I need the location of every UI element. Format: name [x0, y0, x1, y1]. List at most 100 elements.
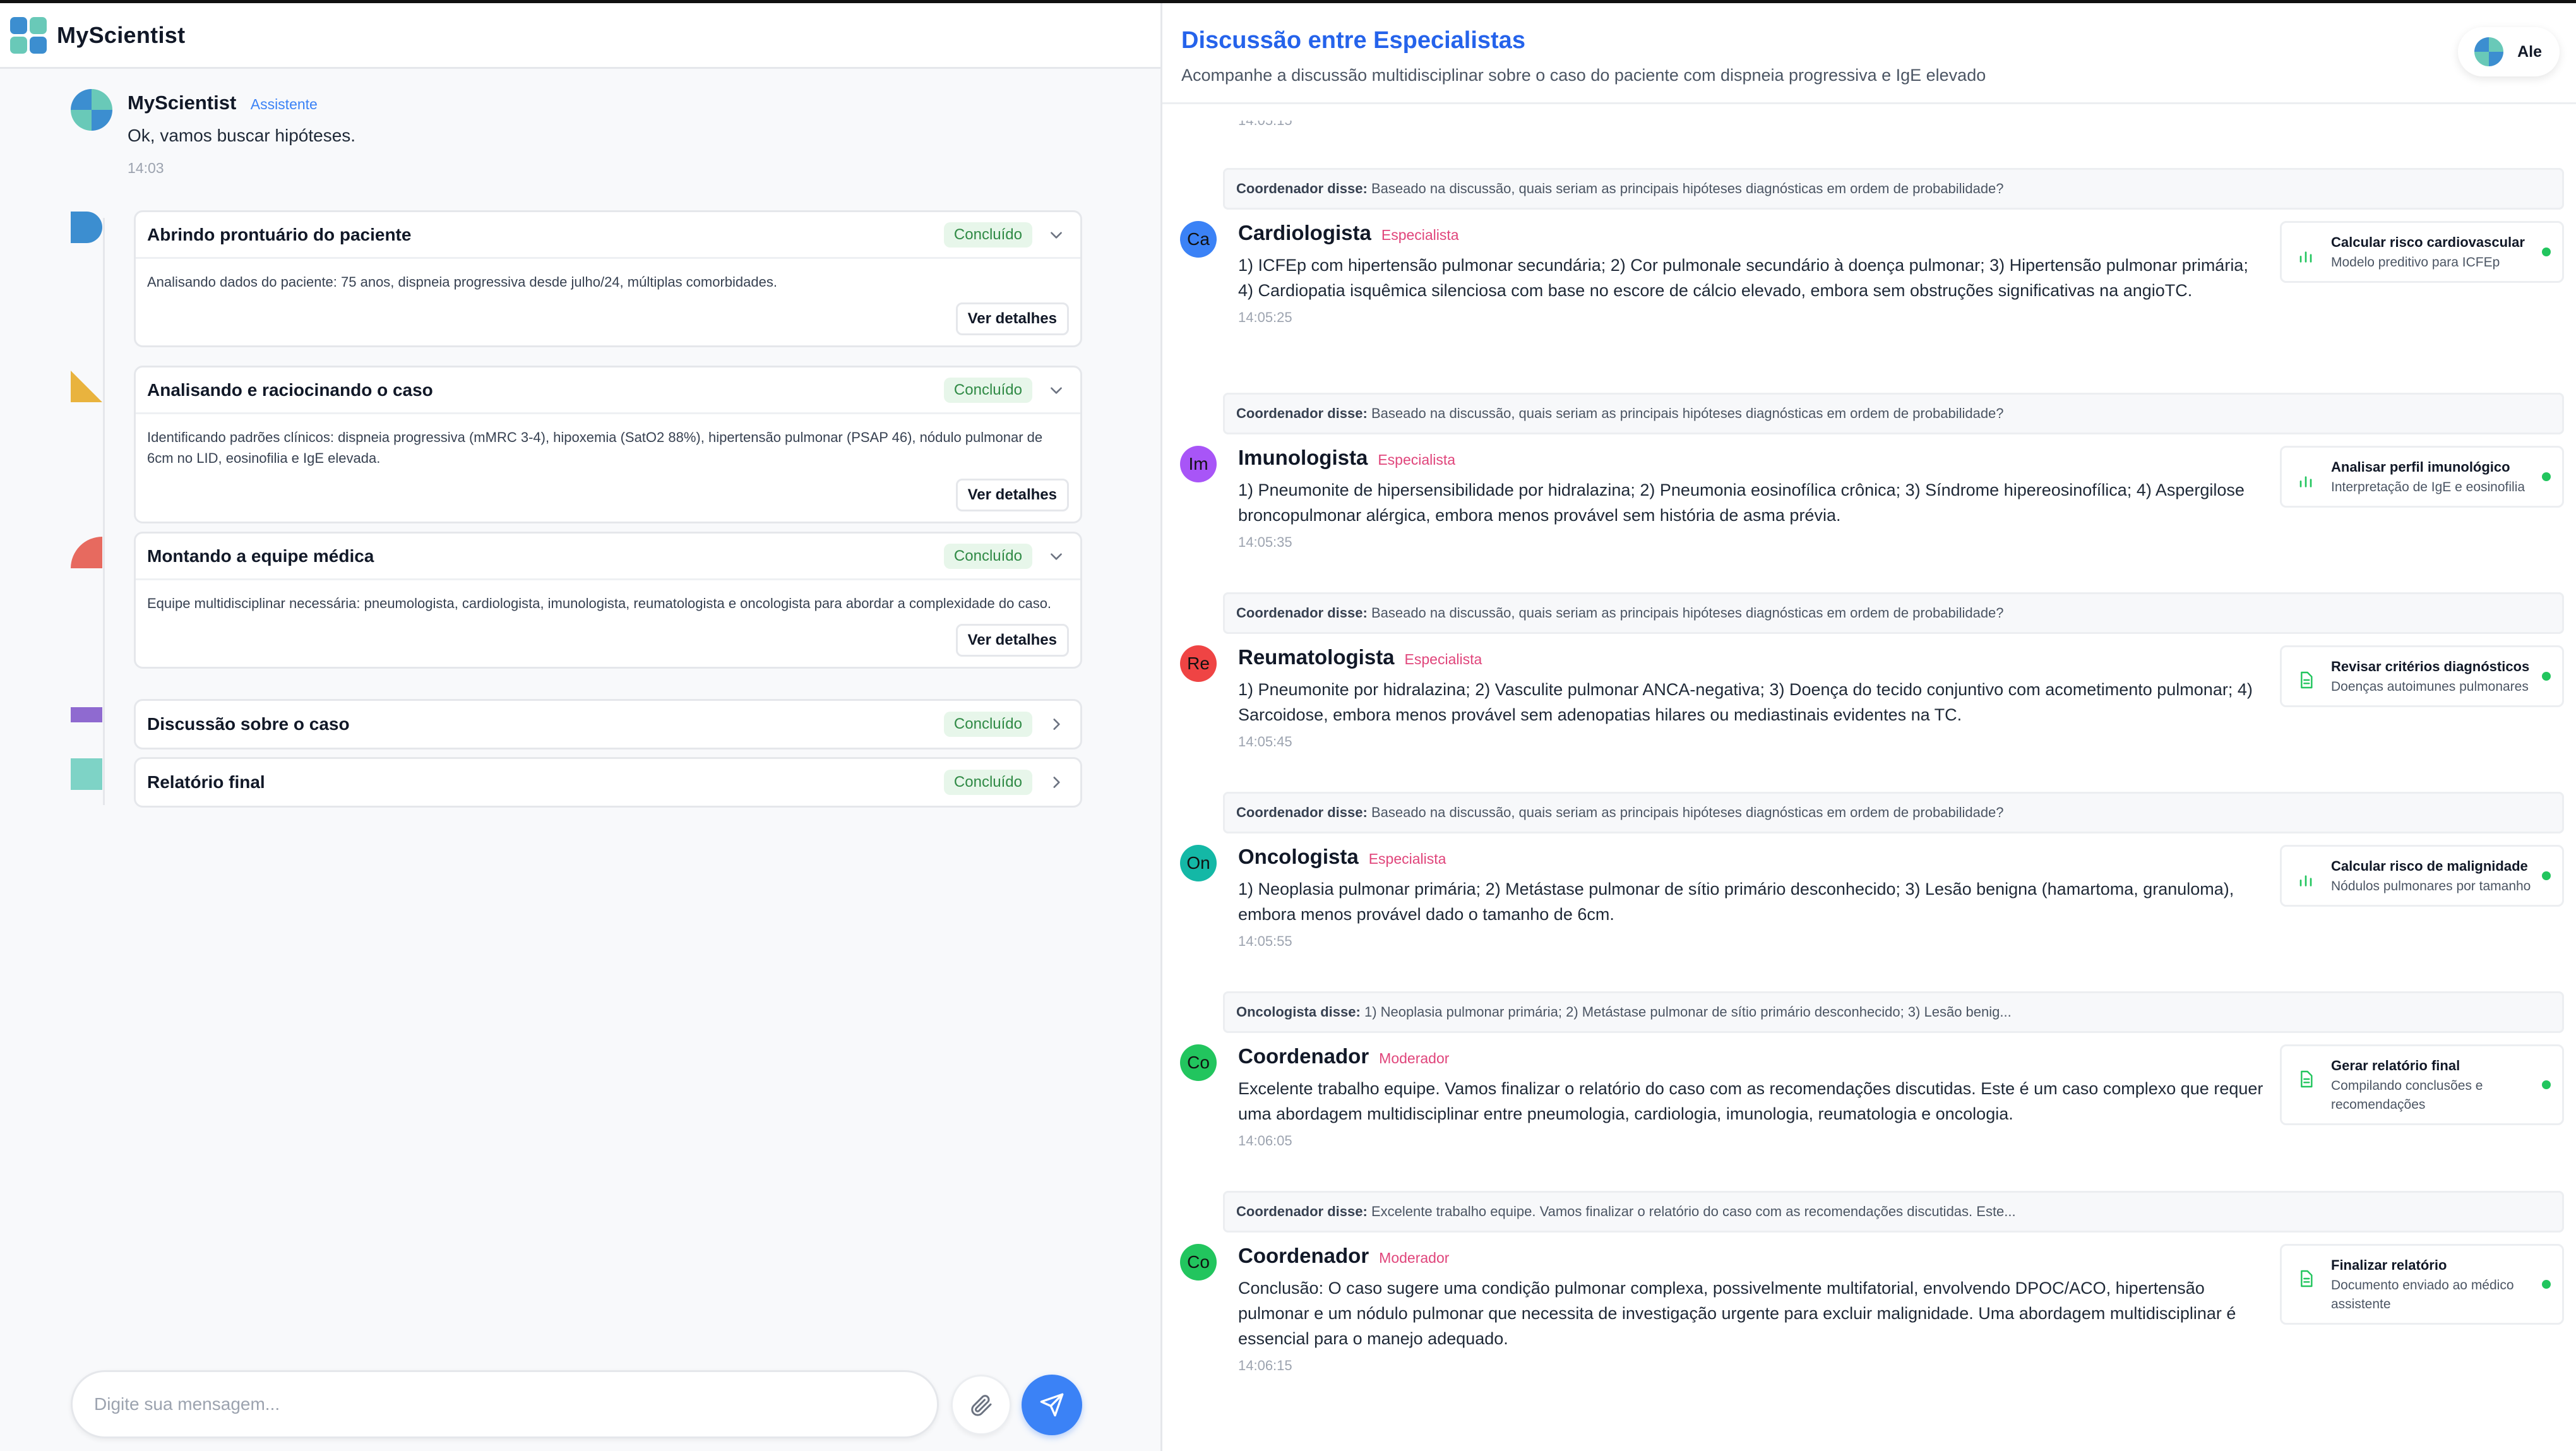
discussion-title: Discussão entre Especialistas	[1181, 27, 1525, 54]
chevron-down-icon[interactable]	[1044, 378, 1069, 403]
quote-text: Excelente trabalho equipe. Vamos finaliz…	[1371, 1203, 2016, 1219]
status-dot	[2542, 672, 2551, 681]
step-title: Analisando e raciocinando o caso	[147, 379, 433, 400]
step-2-icon	[71, 371, 102, 402]
tool-title: Analisar perfil imunológico	[2331, 459, 2510, 475]
send-icon	[1040, 1393, 1064, 1417]
speaker-name: Oncologista	[1238, 845, 1359, 868]
chevron-down-icon[interactable]	[1044, 222, 1069, 248]
speaker-name: Imunologista	[1238, 446, 1368, 469]
speaker-role: Especialista	[1404, 651, 1482, 667]
speaker-role: Moderador	[1379, 1250, 1450, 1266]
view-details-button[interactable]: Ver detalhes	[955, 624, 1069, 657]
message-time: 14:05:25	[1238, 309, 1292, 325]
status-badge: Concluído	[943, 377, 1032, 403]
chevron-right-icon[interactable]	[1044, 712, 1069, 737]
user-name: Ale	[2517, 42, 2542, 61]
document-icon	[2301, 1070, 2313, 1088]
quote-author: Oncologista disse:	[1236, 1004, 1361, 1020]
quote-text: Baseado na discussão, quais seriam as pr…	[1371, 804, 2004, 820]
tool-subtitle: Interpretação de IgE e eosinofilia	[2331, 480, 2525, 494]
tool-call-card[interactable]: Analisar perfil imunológico Interpretaçã…	[2280, 446, 2564, 508]
assistant-message: MyScientist Assistente Ok, vamos buscar …	[71, 89, 355, 177]
chevron-down-icon[interactable]	[1044, 544, 1069, 569]
assistant-avatar	[71, 89, 112, 131]
attach-button[interactable]	[951, 1375, 1011, 1435]
step-title: Montando a equipe médica	[147, 546, 374, 566]
step-title: Discussão sobre o caso	[147, 714, 350, 734]
send-button[interactable]	[1022, 1375, 1082, 1435]
avatar: Co	[1180, 1244, 1217, 1281]
speaker-name: Cardiologista	[1238, 221, 1371, 244]
step-card-header[interactable]: Montando a equipe médica Concluído	[136, 534, 1080, 580]
user-avatar	[2474, 37, 2504, 66]
bar-chart-icon	[2299, 476, 2312, 487]
message-text: 1) ICFEp com hipertensão pulmonar secund…	[1238, 256, 2248, 300]
step-card-final-report[interactable]: Relatório final Concluído	[134, 757, 1082, 808]
tool-title: Revisar critérios diagnósticos	[2331, 659, 2530, 674]
step-description: Identificando padrões clínicos: dispneia…	[147, 429, 1043, 466]
speaker-role: Especialista	[1378, 451, 1456, 468]
step-description: Equipe multidisciplinar necessária: pneu…	[147, 595, 1052, 611]
document-icon	[2301, 671, 2313, 689]
step-card-header[interactable]: Analisando e raciocinando o caso Concluí…	[136, 367, 1080, 414]
message-text: 1) Pneumonite por hidralazina; 2) Vascul…	[1238, 680, 2253, 724]
quote-text: Baseado na discussão, quais seriam as pr…	[1371, 405, 2004, 421]
tool-subtitle: Documento enviado ao médico assistente	[2331, 1278, 2514, 1311]
discussion-header: Discussão entre Especialistas Acompanhe …	[1162, 3, 2576, 104]
document-icon	[2301, 1270, 2313, 1287]
avatar: Co	[1180, 1044, 1217, 1081]
tool-call-card[interactable]: Finalizar relatório Documento enviado ao…	[2280, 1244, 2564, 1325]
chevron-right-icon[interactable]	[1044, 770, 1069, 795]
quoted-message: Coordenador disse: Baseado na discussão,…	[1223, 592, 2564, 634]
message-time: 14:06:05	[1238, 1133, 1292, 1149]
status-dot	[2542, 1080, 2551, 1089]
message-input[interactable]: Digite sua mensagem...	[71, 1370, 939, 1438]
tool-call-card[interactable]: Revisar critérios diagnósticos Doenças a…	[2280, 645, 2564, 707]
tool-call-card[interactable]: Calcular risco cardiovascular Modelo pre…	[2280, 221, 2564, 283]
status-badge: Concluído	[943, 770, 1032, 795]
tool-title: Calcular risco de malignidade	[2331, 858, 2528, 874]
speaker-name: Coordenador	[1238, 1244, 1369, 1267]
quote-text: Baseado na discussão, quais seriam as pr…	[1371, 181, 2004, 196]
tool-call-card[interactable]: Calcular risco de malignidade Nódulos pu…	[2280, 845, 2564, 907]
step-card-header[interactable]: Discussão sobre o caso Concluído	[136, 701, 1080, 748]
chat-pane: MyScientist MyScientist Assistente Ok, v…	[0, 3, 1160, 1451]
status-dot	[2542, 248, 2551, 256]
quote-text: 1) Neoplasia pulmonar primária; 2) Metás…	[1364, 1004, 2012, 1020]
view-details-button[interactable]: Ver detalhes	[955, 479, 1069, 511]
assistant-message-time: 14:03	[128, 160, 164, 176]
tool-subtitle: Nódulos pulmonares por tamanho	[2331, 879, 2531, 893]
user-menu[interactable]: Ale	[2458, 27, 2560, 76]
message-time: 14:05:45	[1238, 734, 1292, 749]
bar-chart-icon	[2299, 251, 2312, 263]
step-card-header[interactable]: Abrindo prontuário do paciente Concluído	[136, 212, 1080, 259]
brand-name: MyScientist	[57, 21, 186, 48]
message-time: 14:05:15	[1238, 112, 1292, 128]
tool-title: Calcular risco cardiovascular	[2331, 234, 2525, 250]
speaker-name: Reumatologista	[1238, 645, 1395, 669]
quote-author: Coordenador disse:	[1236, 804, 1368, 820]
message-time: 14:05:35	[1238, 534, 1292, 550]
step-title: Relatório final	[147, 772, 265, 792]
tool-title: Finalizar relatório	[2331, 1257, 2447, 1273]
assistant-role-badge: Assistente	[250, 96, 318, 112]
avatar: On	[1180, 845, 1217, 881]
steps-timeline	[103, 218, 105, 805]
tool-title: Gerar relatório final	[2331, 1058, 2460, 1073]
speaker-name: Coordenador	[1238, 1044, 1369, 1068]
step-title: Abrindo prontuário do paciente	[147, 224, 412, 244]
step-card-case-discussion[interactable]: Discussão sobre o caso Concluído	[134, 699, 1082, 749]
view-details-button[interactable]: Ver detalhes	[955, 302, 1069, 335]
paperclip-icon	[971, 1395, 992, 1416]
quote-author: Coordenador disse:	[1236, 1203, 1368, 1219]
message-input-placeholder: Digite sua mensagem...	[94, 1394, 280, 1414]
tool-subtitle: Modelo preditivo para ICFEp	[2331, 255, 2500, 270]
tool-call-card[interactable]: Gerar relatório final Compilando conclus…	[2280, 1044, 2564, 1125]
step-card-header[interactable]: Relatório final Concluído	[136, 759, 1080, 806]
avatar: Re	[1180, 645, 1217, 682]
tool-subtitle: Doenças autoimunes pulmonares	[2331, 679, 2529, 694]
status-dot	[2542, 472, 2551, 481]
discussion-pane: Discussão entre Especialistas Acompanhe …	[1160, 3, 2576, 1451]
step-card-patient-record: Abrindo prontuário do paciente Concluído…	[134, 210, 1082, 347]
